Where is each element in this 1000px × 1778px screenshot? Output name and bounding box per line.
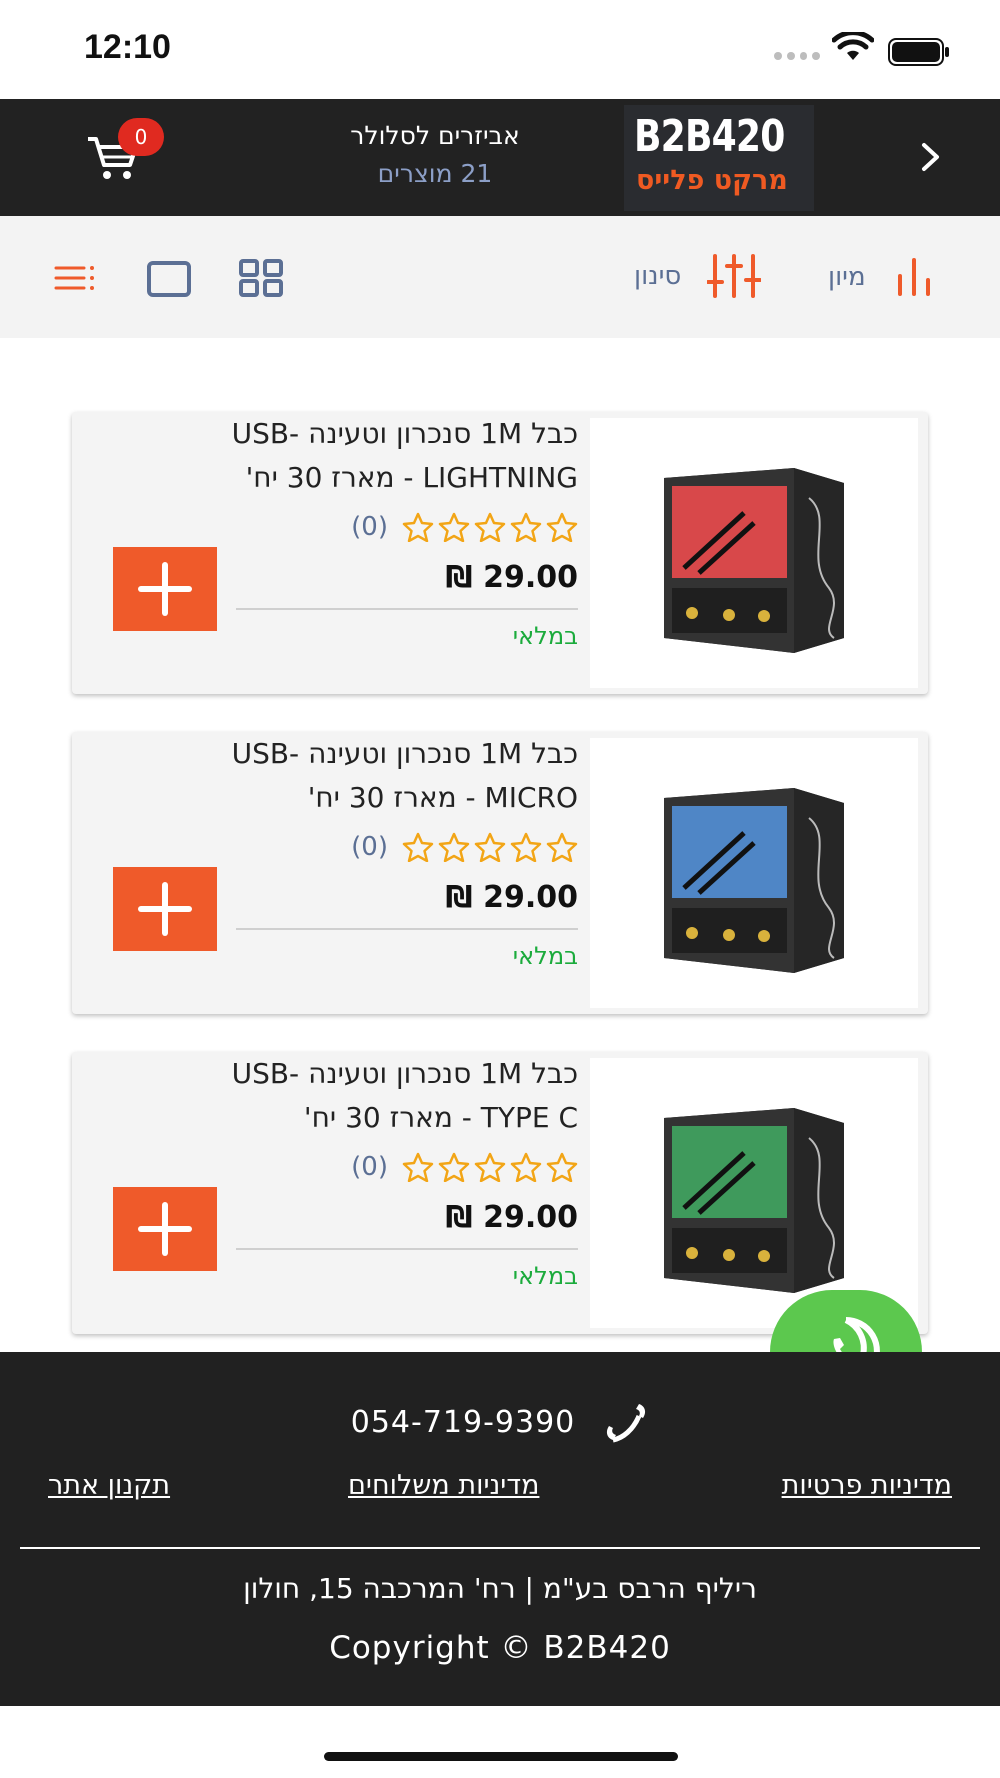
grid-view-icon[interactable] [238,258,284,298]
wifi-icon [832,32,874,60]
product-card[interactable]: כבל 1M סנכרון וטעינה USB- MICRO - מארז 3… [72,732,928,1014]
single-view-icon[interactable] [146,260,192,298]
product-box-image [664,1108,844,1293]
star-outline-icon [402,1152,434,1182]
product-count: 21 מוצרים [377,159,493,188]
cellular-signal-icon [774,52,820,64]
product-price: 29.00 ₪ [445,1200,578,1235]
product-rating: (0) [351,1152,578,1182]
star-outline-icon [546,1152,578,1182]
price-divider [236,1248,578,1250]
filter-sliders-icon [707,254,762,298]
star-outline-icon [546,512,578,542]
phone-icon [607,1404,646,1443]
product-rating: (0) [351,512,578,542]
product-image[interactable] [590,418,918,688]
logo-text: B2B420 [634,111,785,162]
stock-status: במלאי [512,1262,578,1290]
chevron-right-icon [922,143,939,171]
site-logo[interactable]: B2B420 מרקט פלייס [624,105,814,211]
company-address: ריליף הרבס בע"מ | רח' המרכבה 15, חולון [243,1572,757,1605]
star-outline-icon [438,832,470,862]
star-outline-icon [474,512,506,542]
add-to-cart-button[interactable] [113,1187,217,1271]
product-price: 29.00 ₪ [445,560,578,595]
site-footer: 054-719-9390 מדיניות פרטיות מדיניות משלו… [0,1352,1000,1706]
product-box-image [664,468,844,653]
product-price: 29.00 ₪ [445,880,578,915]
phone-contact[interactable]: 054-719-9390 [0,1400,1000,1444]
page-title: אביזרים לסלולר [350,121,520,150]
product-rating: (0) [351,832,578,862]
rating-count: (0) [351,512,388,542]
product-name[interactable]: כבל 1M סנכרון וטעינה USB- TYPE C - מארז … [172,1052,578,1140]
back-button[interactable] [906,129,956,185]
app-header: B2B420 מרקט פלייס אביזרים לסלולר 21 מוצר… [0,99,1000,216]
star-outline-icon [438,1152,470,1182]
price-divider [236,608,578,610]
star-outline-icon [510,1152,542,1182]
battery-icon [888,38,949,66]
add-to-cart-button[interactable] [113,547,217,631]
rating-count: (0) [351,832,388,862]
copyright: Copyright © B2B420 [329,1630,671,1666]
star-outline-icon [510,832,542,862]
product-name[interactable]: כבל 1M סנכרון וטעינה USB- LIGHTNING - מא… [172,412,578,500]
product-card[interactable]: כבל 1M סנכרון וטעינה USB- TYPE C - מארז … [72,1052,928,1334]
product-box-image [664,788,844,973]
logo-tagline: מרקט פלייס [636,165,788,196]
home-indicator [324,1752,678,1761]
star-outline-icon [546,832,578,862]
product-card[interactable]: כבל 1M סנכרון וטעינה USB- LIGHTNING - מא… [72,412,928,694]
plus-icon [138,882,192,936]
shipping-policy-link[interactable]: מדיניות משלוחים [348,1470,539,1501]
star-outline-icon [510,512,542,542]
product-image[interactable] [590,1058,918,1328]
footer-divider [20,1547,980,1549]
filter-label: סינון [634,261,682,291]
cart-badge: 0 [118,118,164,156]
rating-count: (0) [351,1152,388,1182]
stock-status: במלאי [512,622,578,650]
privacy-policy-link[interactable]: מדיניות פרטיות [782,1470,952,1501]
status-bar: 12:10 [0,0,1000,99]
star-outline-icon [438,512,470,542]
filter-button[interactable]: סינון [634,254,762,298]
sort-label: מיון [828,262,866,292]
product-name[interactable]: כבל 1M סנכרון וטעינה USB- MICRO - מארז 3… [172,732,578,820]
price-divider [236,928,578,930]
star-outline-icon [402,832,434,862]
toolbar: מיון סינון [0,216,1000,338]
sort-button[interactable]: מיון [828,258,934,296]
star-outline-icon [474,832,506,862]
stock-status: במלאי [512,942,578,970]
list-view-icon[interactable] [54,264,100,296]
status-time: 12:10 [84,28,171,66]
star-outline-icon [402,512,434,542]
product-image[interactable] [590,738,918,1008]
add-to-cart-button[interactable] [113,867,217,951]
star-outline-icon [474,1152,506,1182]
plus-icon [138,1202,192,1256]
phone-number[interactable]: 054-719-9390 [351,1405,576,1440]
terms-link[interactable]: תקנון אתר [48,1470,170,1501]
sort-bars-icon [897,258,930,296]
plus-icon [138,562,192,616]
